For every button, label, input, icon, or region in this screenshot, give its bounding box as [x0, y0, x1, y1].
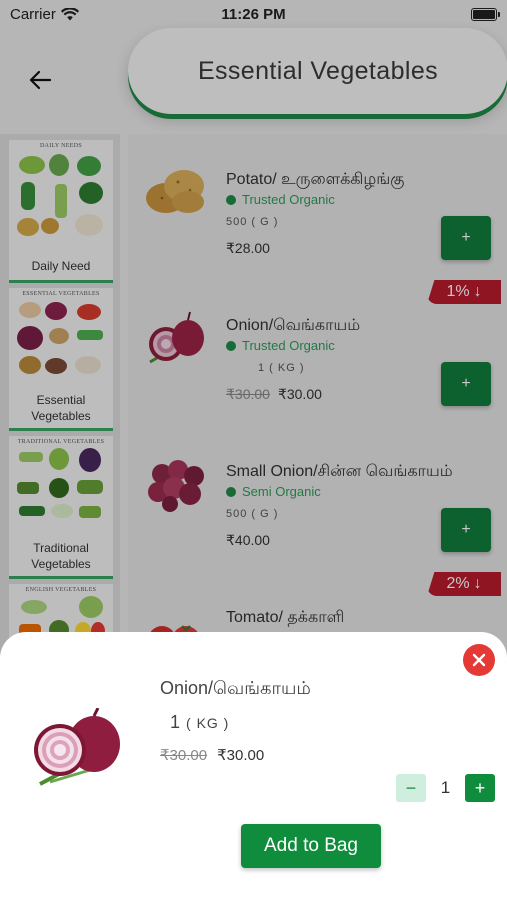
increment-button[interactable]: + — [465, 774, 495, 802]
sheet-product-qty: 1 ( KG ) — [170, 712, 229, 733]
product-bottom-sheet: Onion/வெங்காயம் 1 ( KG ) ₹30.00 ₹30.00 −… — [0, 632, 507, 900]
sheet-product-name: Onion/வெங்காயம் — [160, 678, 311, 698]
quantity-stepper: − 1 + — [396, 774, 495, 802]
sheet-price-row: ₹30.00 ₹30.00 — [160, 746, 264, 764]
sheet-old-price: ₹30.00 — [160, 747, 208, 764]
close-icon — [472, 653, 486, 667]
close-button[interactable] — [463, 644, 495, 676]
onion-image — [34, 708, 120, 786]
sheet-qty-value: 1 — [170, 712, 181, 732]
add-to-bag-button[interactable]: Add to Bag — [241, 824, 381, 868]
quantity-value: 1 — [440, 778, 451, 797]
sheet-price: ₹30.00 — [217, 747, 265, 764]
decrement-button[interactable]: − — [396, 774, 426, 802]
sheet-qty-unit: ( KG ) — [186, 715, 230, 731]
